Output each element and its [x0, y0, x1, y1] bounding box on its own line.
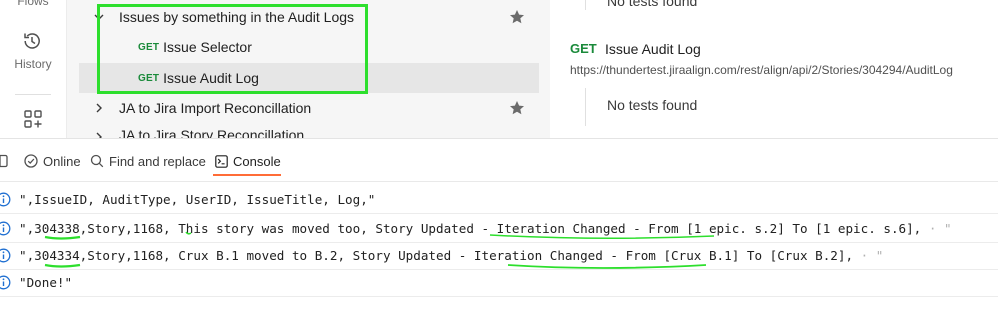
online-label: Online [43, 153, 81, 169]
method-badge: GET [138, 41, 160, 53]
console-output: ",IssueID, AuditType, UserID, IssueTitle… [0, 183, 998, 318]
request-label: Issue Selector [163, 39, 252, 55]
apis-grid-icon[interactable] [23, 109, 43, 129]
tree-request-issue-selector[interactable]: GET Issue Selector [79, 32, 539, 62]
info-icon [0, 275, 11, 290]
star-icon[interactable] [509, 100, 525, 116]
request-name[interactable]: Issue Audit Log [605, 41, 701, 57]
log-text: ",304338,Story,1168, This story was move… [19, 220, 952, 236]
log-text: ",IssueID, AuditType, UserID, IssueTitle… [19, 191, 376, 207]
bottom-toolbar: Online Find and replace Console [0, 138, 998, 182]
console-log-row[interactable]: "Done!" [0, 268, 998, 297]
active-tab-underline [213, 174, 281, 176]
console-icon [215, 154, 228, 168]
folder-label: JA to Jira Import Reconcillation [119, 100, 312, 116]
check-circle-icon [24, 154, 38, 168]
info-icon [0, 192, 11, 207]
find-replace-button[interactable]: Find and replace [90, 139, 206, 183]
console-log-row[interactable]: ",304334,Story,1168, Crux B.1 moved to B… [0, 241, 998, 270]
no-tests-text: No tests found [607, 97, 698, 113]
console-log-row[interactable]: ",304338,Story,1168, This story was move… [0, 214, 998, 243]
divider-line [585, 88, 586, 126]
tree-request-issue-audit-log[interactable]: GET Issue Audit Log [79, 63, 539, 93]
console-log-row[interactable]: ",IssueID, AuditType, UserID, IssueTitle… [0, 185, 998, 214]
method-badge: GET [138, 72, 160, 84]
console-tab[interactable]: Console [215, 139, 281, 183]
sidebar-toggle-icon[interactable] [0, 154, 8, 168]
request-method: GET [570, 41, 597, 56]
log-text: ",304334,Story,1168, Crux B.1 moved to B… [19, 247, 884, 263]
info-icon [0, 248, 11, 263]
collection-tree: Issues by something in the Audit Logs GE… [66, 0, 550, 138]
log-text: "Done!" [19, 274, 73, 290]
search-icon [90, 154, 104, 168]
rail-divider [15, 94, 51, 95]
request-detail-panel: No tests found GET Issue Audit Log https… [552, 0, 998, 138]
star-icon[interactable] [509, 9, 525, 25]
divider-line [585, 0, 586, 10]
info-icon [0, 221, 11, 236]
folder-label: Issues by something in the Audit Logs [119, 9, 355, 25]
flows-nav-label[interactable]: Flows [0, 0, 66, 8]
console-label: Console [233, 153, 281, 169]
find-replace-label: Find and replace [109, 153, 206, 169]
no-tests-text: No tests found [607, 0, 698, 9]
request-url: https://thundertest.jiraalign.com/rest/a… [570, 63, 953, 77]
tree-folder-import-reconcillation[interactable]: JA to Jira Import Reconcillation [79, 93, 539, 123]
online-status[interactable]: Online [24, 139, 81, 183]
history-nav-label[interactable]: History [0, 57, 66, 71]
tree-folder-story-reconcillation[interactable]: JA to Jira Story Reconcillation [79, 124, 539, 138]
request-label: Issue Audit Log [163, 70, 259, 86]
chevron-right-icon[interactable] [91, 129, 107, 138]
chevron-down-icon[interactable] [91, 9, 107, 25]
tree-folder-audit-logs[interactable]: Issues by something in the Audit Logs [79, 2, 539, 32]
folder-label: JA to Jira Story Reconcillation [119, 127, 305, 138]
left-rail: Flows History [0, 0, 66, 138]
chevron-right-icon[interactable] [91, 100, 107, 116]
history-icon[interactable] [22, 31, 42, 51]
